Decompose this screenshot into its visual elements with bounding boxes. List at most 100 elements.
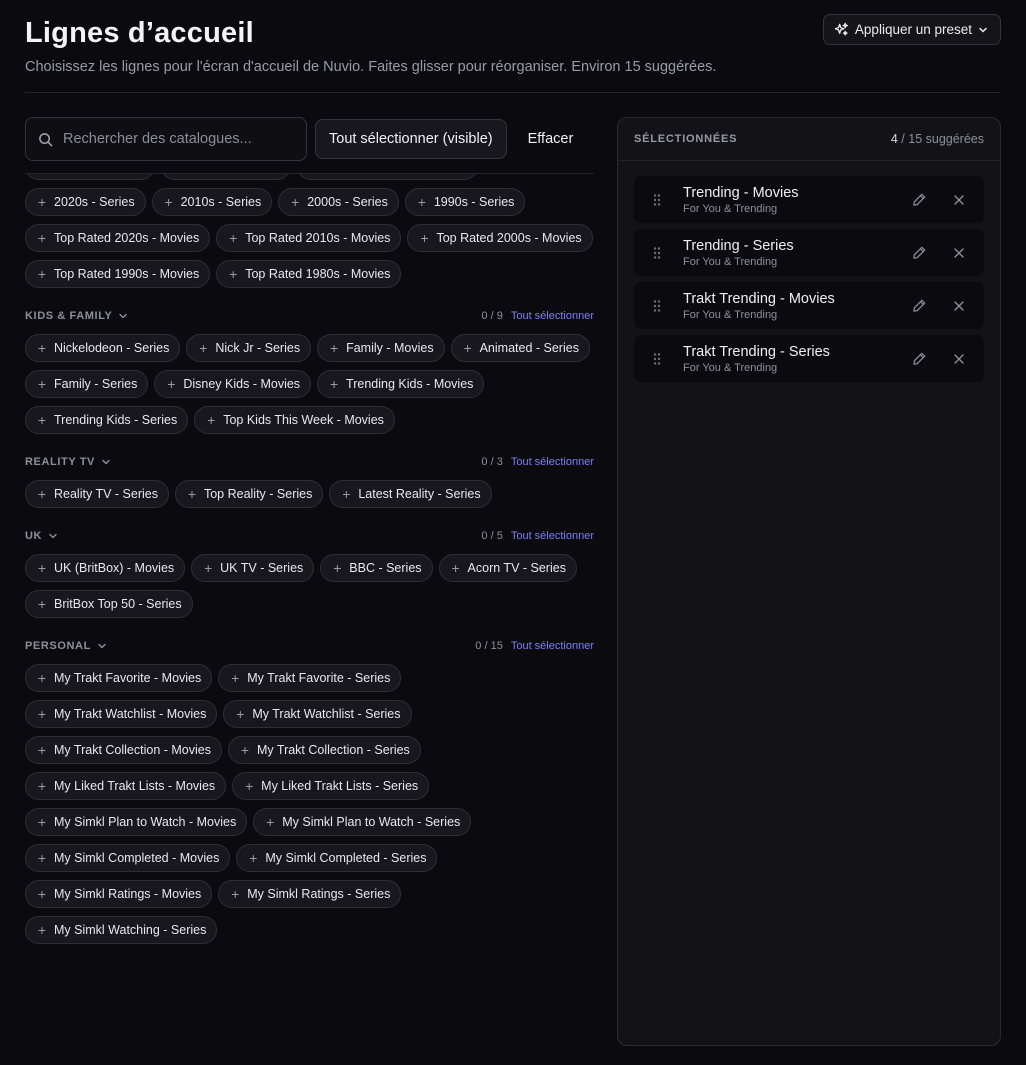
catalog-chip-label: My Simkl Plan to Watch - Series <box>282 815 461 829</box>
search-input[interactable] <box>63 131 283 147</box>
catalog-chip-label: Nick Jr - Series <box>215 341 301 355</box>
catalog-chip[interactable]: + My Trakt Collection - Movies <box>25 736 222 764</box>
chevron-down-icon <box>98 643 106 649</box>
catalog-chip[interactable]: + Family - Movies <box>317 334 445 362</box>
catalog-chip[interactable]: + UK TV - Series <box>191 554 315 582</box>
drag-handle-icon[interactable] <box>652 352 662 366</box>
section-header-kids[interactable]: KIDS & FAMILY 0 / 9 Tout sélectionner <box>25 306 594 326</box>
remove-button[interactable] <box>946 346 972 372</box>
catalog-chip[interactable]: + My Trakt Collection - Series <box>227 736 421 764</box>
edit-button[interactable] <box>906 187 932 213</box>
page-subtitle: Choisissez les lignes pour l'écran d'acc… <box>25 59 717 75</box>
catalog-chip[interactable]: + My Trakt Watchlist - Movies <box>25 700 218 728</box>
catalog-chip[interactable]: + My Trakt Favorite - Series <box>218 664 402 692</box>
catalog-chip[interactable]: + Trending Kids - Series <box>25 406 189 434</box>
catalog-chip[interactable]: + Disney Kids - Movies <box>154 370 312 398</box>
catalog-chip[interactable]: + Top Kids This Week - Movies <box>194 406 395 434</box>
catalog-chip[interactable]: +1990s - Series <box>404 188 526 216</box>
catalog-chip[interactable]: + My Simkl Completed - Movies <box>25 844 231 872</box>
catalog-chip[interactable]: + BBC - Series <box>320 554 433 582</box>
selected-row[interactable]: Trending - Movies For You & Trending <box>634 176 984 223</box>
chip-group-clipped <box>25 174 594 180</box>
catalog-chip[interactable]: + UK (BritBox) - Movies <box>25 554 186 582</box>
close-icon <box>954 353 964 364</box>
catalog-chip[interactable]: +2020s - Series <box>25 188 146 216</box>
apply-preset-button[interactable]: Appliquer un preset <box>822 14 1001 45</box>
catalog-chip[interactable]: + My Simkl Ratings - Series <box>218 880 402 908</box>
section-header-personal[interactable]: PERSONAL 0 / 15 Tout sélectionner <box>25 636 594 656</box>
catalog-chip[interactable]: + My Trakt Favorite - Movies <box>25 664 213 692</box>
catalog-chip[interactable]: + Animated - Series <box>450 334 590 362</box>
catalog-chip[interactable]: + BritBox Top 50 - Series <box>25 590 193 618</box>
plus-icon: + <box>37 886 47 902</box>
plus-icon: + <box>37 778 47 794</box>
catalog-chip[interactable]: + Latest Reality - Series <box>329 480 492 508</box>
catalog-chip-label: 1990s - Series <box>433 195 515 209</box>
section-select-all-link[interactable]: Tout sélectionner <box>511 530 594 542</box>
plus-icon: + <box>37 486 47 502</box>
plus-icon: + <box>236 706 245 722</box>
catalog-chip[interactable]: + My Simkl Plan to Watch - Series <box>253 808 472 836</box>
pencil-icon <box>912 193 925 206</box>
catalog-chip[interactable]: + My Trakt Watchlist - Series <box>223 700 412 728</box>
catalog-chip-label: My Simkl Ratings - Series <box>247 887 391 901</box>
catalog-chip[interactable]: + Top Rated 1990s - Movies <box>25 260 211 288</box>
catalog-chip[interactable]: + My Liked Trakt Lists - Movies <box>25 772 227 800</box>
selected-row[interactable]: Trending - Series For You & Trending <box>634 229 984 276</box>
plus-icon: + <box>229 266 238 282</box>
catalog-chip[interactable]: + Top Reality - Series <box>174 480 324 508</box>
catalog-chip[interactable]: +2010s - Series <box>151 188 273 216</box>
catalog-chip-label: My Trakt Watchlist - Movies <box>54 707 207 721</box>
remove-button[interactable] <box>946 187 972 213</box>
catalog-chip[interactable]: + Nickelodeon - Series <box>25 334 181 362</box>
selected-row[interactable]: Trakt Trending - Series For You & Trendin… <box>634 335 984 382</box>
remove-button[interactable] <box>946 240 972 266</box>
section-select-all-link[interactable]: Tout sélectionner <box>511 456 594 468</box>
section-header-reality[interactable]: REALITY TV 0 / 3 Tout sélectionner <box>25 452 594 472</box>
catalog-chip-clipped[interactable] <box>25 174 155 180</box>
catalog-chip[interactable]: + My Liked Trakt Lists - Series <box>232 772 430 800</box>
catalog-chip[interactable]: + Top Rated 1980s - Movies <box>216 260 402 288</box>
catalog-chip[interactable]: + Top Rated 2010s - Movies <box>216 224 402 252</box>
catalog-chip-label: 2020s - Series <box>54 195 135 209</box>
section-header-uk[interactable]: UK 0 / 5 Tout sélectionner <box>25 526 594 546</box>
catalog-chip[interactable]: + Reality TV - Series <box>25 480 169 508</box>
clear-button[interactable]: Effacer <box>515 119 587 159</box>
selected-row[interactable]: Trakt Trending - Movies For You & Trendin… <box>634 282 984 329</box>
catalog-chip[interactable]: + Nick Jr - Series <box>186 334 312 362</box>
catalog-chip-clipped[interactable] <box>161 174 291 180</box>
catalog-chip[interactable]: +2000s - Series <box>278 188 399 216</box>
catalog-chip[interactable]: + My Simkl Watching - Series <box>25 916 218 944</box>
catalog-chip[interactable]: + Trending Kids - Movies <box>317 370 485 398</box>
selected-row-name: Trakt Trending - Movies <box>683 290 835 307</box>
section-title: REALITY TV <box>25 456 95 468</box>
catalog-chip[interactable]: + Acorn TV - Series <box>438 554 577 582</box>
plus-icon: + <box>231 670 240 686</box>
catalog-chip[interactable]: + Top Rated 2020s - Movies <box>25 224 211 252</box>
drag-handle-icon[interactable] <box>652 299 662 313</box>
plus-icon: + <box>37 850 47 866</box>
edit-button[interactable] <box>906 240 932 266</box>
remove-button[interactable] <box>946 293 972 319</box>
header: Lignes d’accueil Choisissez les lignes p… <box>25 14 1001 77</box>
catalog-chip-clipped[interactable] <box>297 174 478 180</box>
drag-handle-icon[interactable] <box>652 193 662 207</box>
plus-icon: + <box>164 194 173 210</box>
plus-icon: + <box>37 814 47 830</box>
section-select-all-link[interactable]: Tout sélectionner <box>511 640 594 652</box>
catalog-chip[interactable]: + Family - Series <box>25 370 149 398</box>
plus-icon: + <box>229 230 238 246</box>
select-all-visible-button[interactable]: Tout sélectionner (visible) <box>315 119 507 159</box>
catalog-chip[interactable]: + Top Rated 2000s - Movies <box>407 224 593 252</box>
edit-button[interactable] <box>906 293 932 319</box>
catalog-chip[interactable]: + My Simkl Ratings - Movies <box>25 880 213 908</box>
catalog-list-content: +2020s - Series +2010s - Series +2000s - S… <box>25 174 594 952</box>
search-box[interactable] <box>25 117 307 161</box>
catalog-list[interactable]: +2020s - Series +2010s - Series +2000s - S… <box>25 173 594 1065</box>
chip-group-personal: + My Trakt Favorite - Movies + My Trakt Fav… <box>25 664 594 944</box>
catalog-chip[interactable]: + My Simkl Completed - Series <box>236 844 438 872</box>
edit-button[interactable] <box>906 346 932 372</box>
drag-handle-icon[interactable] <box>652 246 662 260</box>
section-select-all-link[interactable]: Tout sélectionner <box>511 310 594 322</box>
catalog-chip[interactable]: + My Simkl Plan to Watch - Movies <box>25 808 248 836</box>
